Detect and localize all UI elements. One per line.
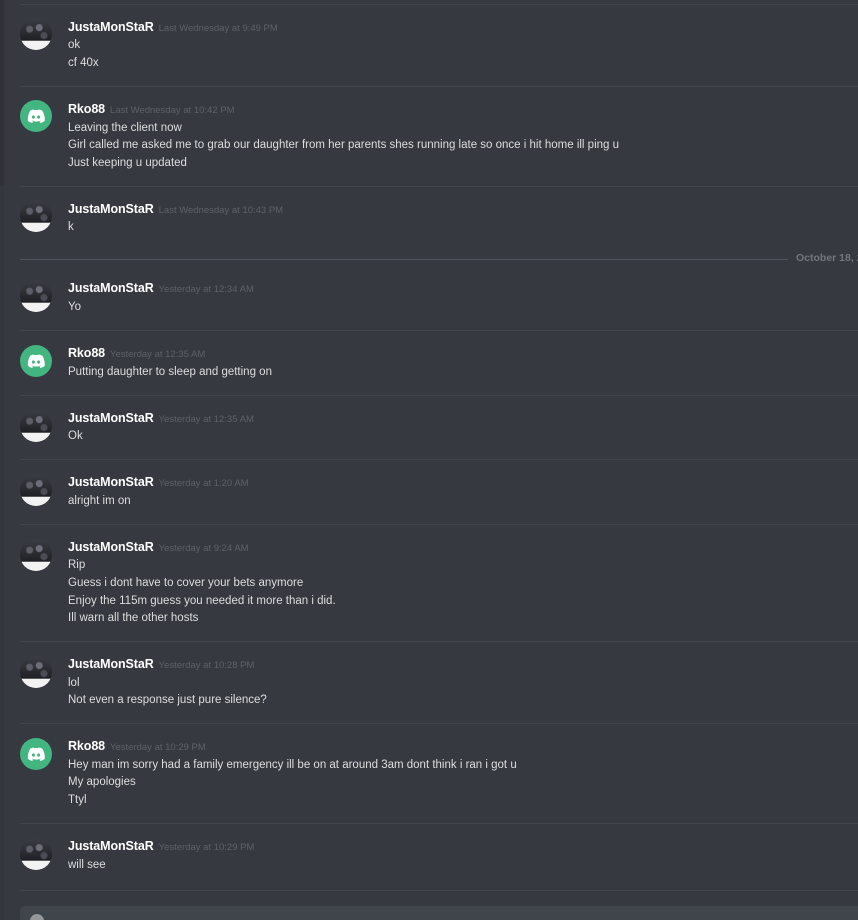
message-separator xyxy=(20,723,858,724)
author-name[interactable]: JustaMonStaR xyxy=(68,540,154,554)
author-name[interactable]: Rko88 xyxy=(68,102,105,116)
message-line: Enjoy the 115m guess you needed it more … xyxy=(68,595,336,607)
author-name[interactable]: JustaMonStaR xyxy=(68,202,154,216)
author-name[interactable]: JustaMonStaR xyxy=(68,839,154,853)
message-line: Not even a response just pure silence? xyxy=(68,694,267,706)
message-line: Yo xyxy=(68,301,82,313)
avatar[interactable] xyxy=(20,539,52,571)
message-line: My apologies xyxy=(68,776,136,788)
message-timestamp: Last Wednesday at 10:42 PM xyxy=(110,105,235,116)
message-separator xyxy=(20,395,858,396)
message-timestamp: Yesterday at 1:20 AM xyxy=(158,478,249,489)
message-line: will see xyxy=(68,859,106,871)
date-divider-label: October 18, 2 xyxy=(796,252,858,264)
avatar[interactable] xyxy=(20,280,52,312)
avatar[interactable] xyxy=(20,410,52,442)
message-line: Ttyl xyxy=(68,794,87,806)
message-separator xyxy=(20,186,858,187)
message-line: Rip xyxy=(68,559,86,571)
date-divider xyxy=(20,259,788,260)
message-separator xyxy=(20,890,858,891)
message-line: k xyxy=(68,221,74,233)
message-timestamp: Last Wednesday at 10:43 PM xyxy=(158,205,284,216)
avatar[interactable] xyxy=(20,18,52,50)
message-line: lol xyxy=(68,677,80,689)
message-line: cf 40x xyxy=(68,57,99,69)
message-timestamp: Yesterday at 9:24 AM xyxy=(158,543,249,554)
message-line: Leaving the client now xyxy=(68,122,182,134)
author-name[interactable]: JustaMonStaR xyxy=(68,281,154,295)
message-line: Ill warn all the other hosts xyxy=(68,612,199,624)
author-name[interactable]: JustaMonStaR xyxy=(68,475,154,489)
chat-window: JustaMonStaR Last Wednesday at 9:49 PM o… xyxy=(0,0,858,920)
avatar[interactable] xyxy=(20,838,52,870)
message-separator xyxy=(20,823,858,824)
message-timestamp: Yesterday at 10:29 PM xyxy=(158,842,255,853)
discord-logo-icon xyxy=(27,747,45,761)
avatar[interactable] xyxy=(20,200,52,232)
message-line: Putting daughter to sleep and getting on xyxy=(68,366,272,378)
message-timestamp: Yesterday at 12:35 AM xyxy=(158,414,254,425)
author-name[interactable]: Rko88 xyxy=(68,739,105,753)
avatar[interactable] xyxy=(20,474,52,506)
message-separator xyxy=(20,86,858,87)
message-line: Hey man im sorry had a family emergency … xyxy=(68,759,517,771)
message-line: Guess i dont have to cover your bets any… xyxy=(68,577,304,589)
author-name[interactable]: JustaMonStaR xyxy=(68,411,154,425)
avatar[interactable] xyxy=(20,738,52,770)
avatar[interactable] xyxy=(20,345,52,377)
scroll-edge-lower xyxy=(0,185,4,920)
message-line: Girl called me asked me to grab our daug… xyxy=(68,139,620,151)
scroll-edge xyxy=(0,0,4,185)
message-input[interactable] xyxy=(54,908,844,920)
author-name[interactable]: JustaMonStaR xyxy=(68,657,154,671)
message-timestamp: Yesterday at 12:34 AM xyxy=(158,284,254,295)
message-timestamp: Last Wednesday at 9:49 PM xyxy=(158,23,278,34)
upload-icon[interactable] xyxy=(30,914,44,920)
message-timestamp: Yesterday at 12:35 AM xyxy=(110,349,206,360)
message-separator xyxy=(20,330,858,331)
avatar[interactable] xyxy=(20,656,52,688)
message-separator xyxy=(20,459,858,460)
message-line: Ok xyxy=(68,430,83,442)
message-composer xyxy=(20,906,858,920)
author-name[interactable]: JustaMonStaR xyxy=(68,20,154,34)
message-line: ok xyxy=(68,39,81,51)
message-line: alright im on xyxy=(68,495,131,507)
discord-logo-icon xyxy=(27,109,45,123)
message-timestamp: Yesterday at 10:29 PM xyxy=(110,742,206,753)
avatar[interactable] xyxy=(20,100,52,132)
message-line: Just keeping u updated xyxy=(68,157,187,169)
discord-logo-icon xyxy=(27,354,45,368)
message-separator xyxy=(20,524,858,525)
message-separator xyxy=(20,641,858,642)
message-separator xyxy=(20,4,858,5)
message-timestamp: Yesterday at 10:28 PM xyxy=(158,660,255,671)
author-name[interactable]: Rko88 xyxy=(68,346,105,360)
